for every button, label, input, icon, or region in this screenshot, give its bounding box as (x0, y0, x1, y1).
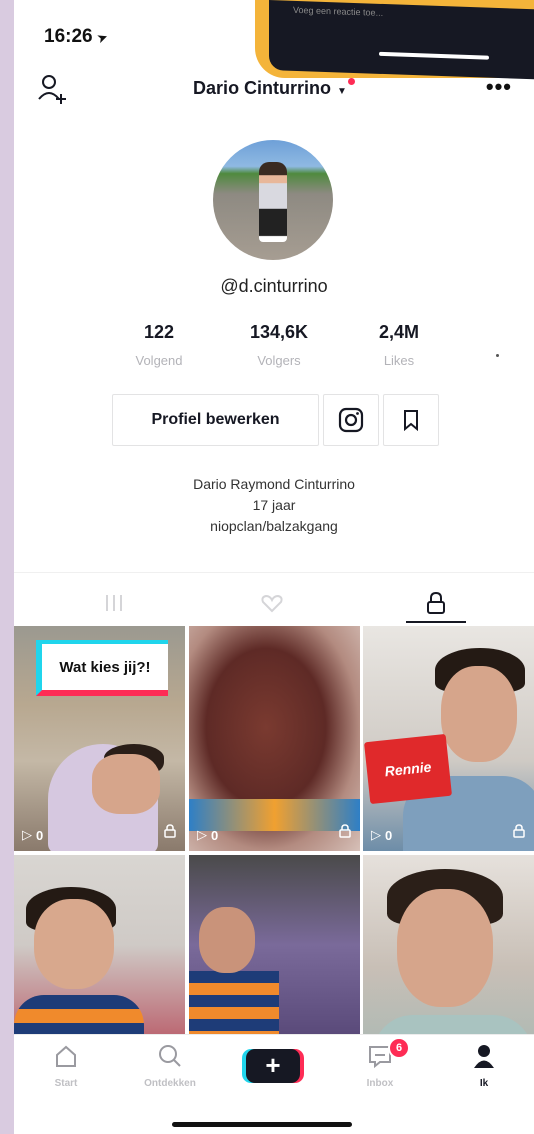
view-count: ▷ 0 (22, 827, 43, 843)
stat-label: Volgers (257, 353, 301, 368)
favorites-button[interactable] (383, 394, 439, 446)
search-icon (159, 1045, 181, 1067)
video-grid: Wat kies jij?! ▷ 0 ▷ 0 Rennie ▷ 0 (14, 626, 534, 1080)
bookmark-icon (404, 410, 418, 431)
comment-placeholder[interactable]: Voeg een reactie toe... (293, 5, 383, 18)
lock-icon (163, 824, 177, 843)
video-sticker: Wat kies jij?! (36, 640, 168, 696)
drag-handle[interactable] (379, 51, 489, 60)
tile-art (397, 889, 493, 1007)
bio-age: 17 jaar (252, 497, 296, 513)
stat-value: 122 (143, 322, 175, 342)
profile-handle: @d.cinturrino (220, 276, 328, 296)
create-video-button[interactable]: + (246, 1049, 300, 1083)
tile-art (34, 899, 114, 989)
plus-icon: + (265, 1050, 281, 1080)
tile-art (92, 754, 160, 814)
heart-hand-icon (261, 594, 283, 613)
tile-art (199, 907, 255, 973)
video-tile[interactable]: Rennie ▷ 0 (363, 626, 534, 851)
bottom-nav: Start Ontdekken + 6 Inbox Ik (14, 1034, 534, 1134)
tab-liked[interactable] (242, 583, 302, 623)
avatar-person (259, 162, 287, 242)
phone-screen: Voeg een reactie toe... 16:26 ➤ Dario Cin… (14, 0, 534, 1134)
stat-followers[interactable]: 134,6K Volgers (219, 322, 339, 368)
home-indicator (172, 1122, 352, 1127)
stat-likes[interactable]: 2,4M Likes (339, 322, 459, 368)
instagram-button[interactable] (323, 394, 379, 446)
tab-private[interactable] (406, 583, 466, 623)
bio-line: niopclan/balzakgang (210, 518, 338, 534)
nav-discover[interactable]: Ontdekken (130, 1043, 210, 1089)
instagram-icon (338, 407, 364, 433)
nav-label: Ontdekken (144, 1078, 196, 1089)
bio-name: Dario Raymond Cinturrino (193, 476, 355, 492)
comment-overlay: Voeg een reactie toe... (255, 0, 534, 80)
nav-label: Inbox (366, 1078, 394, 1089)
stat-value: 134,6K (249, 322, 309, 342)
profile-stats: 122 Volgend 134,6K Volgers 2,4M Likes (109, 322, 469, 372)
top-bar: Dario Cinturrino ▼ ••• (14, 72, 534, 112)
tile-art (441, 666, 517, 762)
view-count-value: 0 (211, 827, 219, 843)
tab-videos[interactable] (84, 583, 144, 623)
view-count: ▷ 0 (197, 827, 218, 843)
view-count-value: 0 (385, 827, 393, 843)
nav-profile[interactable]: Ik (444, 1043, 524, 1089)
play-icon: ▷ (197, 827, 207, 842)
bio: Dario Raymond Cinturrino 17 jaar niopcla… (14, 474, 534, 537)
lock-icon (427, 591, 445, 614)
stat-label: Volgend (135, 353, 183, 368)
notification-dot (347, 78, 355, 85)
nav-label: Start (54, 1078, 78, 1089)
video-tile[interactable]: ▷ 0 (189, 626, 360, 851)
lock-icon (512, 824, 526, 843)
edit-profile-button[interactable]: Profiel bewerken (112, 394, 319, 446)
profile-icon (474, 1045, 494, 1068)
nav-inbox[interactable]: 6 Inbox (340, 1037, 420, 1089)
status-time: 16:26 (44, 26, 93, 47)
content-tabs (14, 572, 534, 625)
view-count-value: 0 (36, 827, 44, 843)
decorative-dot (496, 354, 499, 357)
home-icon (56, 1045, 76, 1067)
nav-home[interactable]: Start (26, 1043, 106, 1089)
nav-label: Ik (479, 1078, 489, 1089)
username-label: Dario Cinturrino (193, 78, 332, 98)
inbox-badge: 6 (388, 1037, 410, 1059)
account-switcher[interactable]: Dario Cinturrino ▼ (14, 78, 534, 99)
active-tab-indicator (406, 621, 466, 623)
location-arrow-icon: ➤ (94, 28, 110, 47)
caret-down-icon: ▼ (337, 86, 347, 97)
stat-following[interactable]: 122 Volgend (99, 322, 219, 368)
stat-label: Likes (383, 353, 415, 368)
stat-value: 2,4M (378, 322, 420, 342)
play-icon: ▷ (371, 827, 381, 842)
video-tile[interactable]: Wat kies jij?! ▷ 0 (14, 626, 185, 851)
avatar[interactable] (213, 140, 333, 260)
comment-panel: Voeg een reactie toe... (269, 0, 534, 80)
product-box: Rennie (363, 733, 453, 805)
play-icon: ▷ (22, 827, 32, 842)
status-bar: 16:26 ➤ (44, 26, 110, 48)
lock-icon (338, 824, 352, 843)
grid-icon (106, 595, 122, 611)
view-count: ▷ 0 (371, 827, 392, 843)
